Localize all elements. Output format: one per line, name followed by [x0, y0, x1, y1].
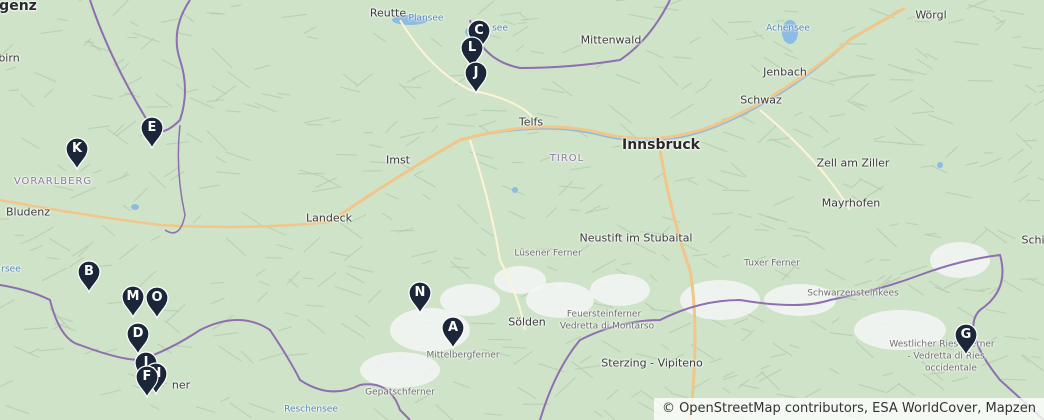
marker-label: B [84, 264, 94, 279]
marker-label: K [71, 141, 83, 156]
place-label-birn: birn [0, 51, 20, 65]
glacier-patch [590, 274, 650, 306]
place-label-rsee: rsee [1, 264, 21, 275]
map-attribution[interactable]: © OpenStreetMap contributors, ESA WorldC… [653, 398, 1044, 420]
ridge-line [297, 172, 325, 175]
ridge-line [8, 89, 19, 92]
map-marker-k[interactable]: K [64, 136, 90, 170]
marker-label: D [132, 326, 144, 341]
map-marker-g[interactable]: G [953, 322, 979, 356]
place-label-mittenwald: Mittenwald [580, 33, 642, 47]
place-label-gepatsch: Gepatschferner [365, 387, 435, 398]
place-label-soelden: Sölden [508, 315, 546, 329]
map-view[interactable]: genz birn Reutte Plansee see Mittenwald Wörgl A… [0, 0, 1044, 420]
place-label-schwarzenstein: Schwarzensteinkees [807, 288, 899, 299]
map-marker-m[interactable]: M [120, 284, 146, 318]
place-label-plansee: Plansee [408, 13, 444, 24]
map-marker-j[interactable]: J [463, 60, 489, 94]
map-marker-a[interactable]: A [440, 315, 466, 349]
lake [512, 187, 518, 193]
lake [131, 204, 139, 210]
place-label-ner: ner [171, 378, 191, 392]
ridge-line [721, 189, 750, 192]
place-label-vorarlberg: VORARLBERG [13, 176, 93, 187]
ridge-line [1025, 199, 1041, 202]
marker-label: J [473, 65, 479, 80]
place-label-tirol: TIROL [549, 153, 585, 164]
place-label-mittelberg: Mittelbergferner [426, 350, 500, 361]
place-label-occidentale: occidentale [925, 363, 977, 374]
place-label-zell: Zell am Ziller [816, 156, 890, 170]
place-label-schi: Schi [1021, 233, 1044, 247]
place-label-sterzing: Sterzing - Vipiteno [601, 356, 703, 370]
place-label-vedretta: Vedretta di Montarso [559, 321, 655, 332]
map-marker-o[interactable]: O [144, 285, 170, 319]
glacier-patch [440, 284, 500, 316]
place-label-imst: Imst [385, 153, 411, 167]
map-marker-e[interactable]: E [139, 115, 165, 149]
glacier-patch [494, 266, 546, 294]
place-label-reschen: Reschensee [284, 404, 338, 415]
map-marker-b[interactable]: B [76, 259, 102, 293]
ridge-line [754, 229, 769, 231]
marker-label: A [447, 320, 459, 335]
marker-label: G [960, 327, 972, 342]
ridge-line [481, 109, 508, 112]
place-label-feuerstein: Feuersteinferner [566, 309, 642, 320]
ridge-line [967, 79, 994, 82]
marker-label: M [126, 289, 140, 304]
place-label-genz: genz [0, 0, 37, 14]
marker-label: F [142, 369, 152, 384]
place-label-schwaz: Schwaz [740, 93, 782, 107]
place-label-jenbach: Jenbach [763, 65, 807, 79]
place-label-neustift: Neustift im Stubaital [579, 231, 693, 245]
place-label-mayrhofen: Mayrhofen [821, 196, 881, 210]
map-marker-n[interactable]: N [407, 280, 433, 314]
place-label-tuxer: Tuxer Ferner [744, 258, 800, 269]
marker-label: E [147, 120, 157, 135]
place-label-woergl: Wörgl [915, 8, 947, 22]
place-label-landeck: Landeck [305, 211, 353, 225]
place-label-reutte: Reutte [369, 6, 407, 20]
lake [937, 162, 943, 168]
place-label-bludenz: Bludenz [5, 205, 51, 219]
map-marker-f[interactable]: F [134, 364, 160, 398]
place-label-lusener: Lüsener Ferner [514, 248, 582, 259]
place-label-telfs: Telfs [518, 115, 544, 129]
place-label-see: see [492, 23, 508, 34]
ridge-line [792, 234, 803, 237]
place-label-achensee: Achensee [766, 23, 810, 34]
place-label-innsbruck: Innsbruck [622, 137, 700, 153]
glacier-patch [930, 242, 990, 278]
marker-label: N [414, 285, 426, 300]
marker-label: L [467, 40, 477, 55]
marker-label: O [151, 290, 163, 305]
